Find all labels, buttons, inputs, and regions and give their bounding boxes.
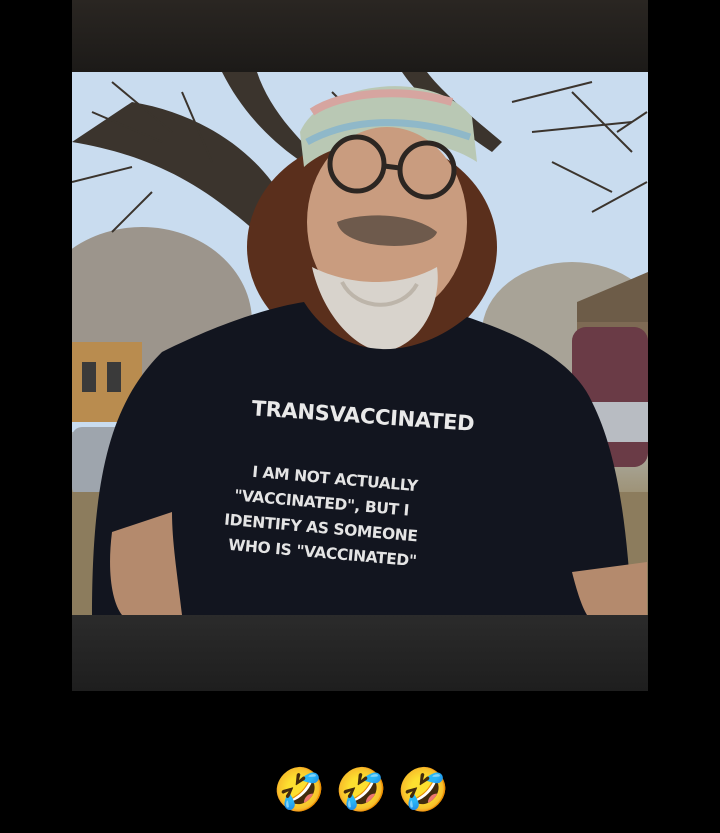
meme-photo[interactable]: TRANSVACCINATED I AM NOT ACTUALLY "VACCI… <box>72 72 648 615</box>
rolling-on-the-floor-laughing-icon: 🤣 <box>397 765 450 814</box>
photo-illustration <box>72 72 648 615</box>
reaction-emojis: 🤣 🤣 🤣 <box>0 765 720 825</box>
photo-frame-bottom <box>72 615 648 691</box>
photo-frame-top <box>72 0 648 72</box>
rolling-on-the-floor-laughing-icon: 🤣 <box>273 765 326 814</box>
rolling-on-the-floor-laughing-icon: 🤣 <box>335 765 388 814</box>
